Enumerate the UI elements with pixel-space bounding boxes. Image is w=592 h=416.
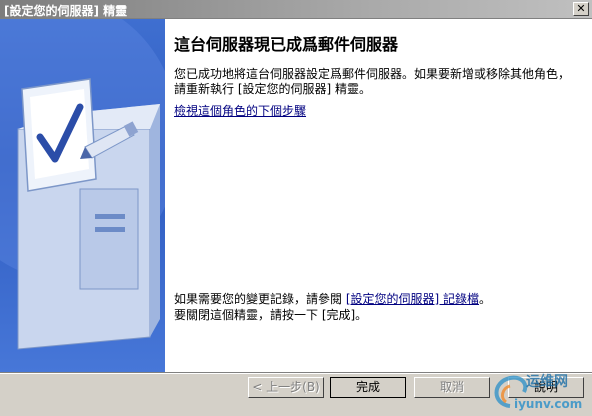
title-bar: [設定您的伺服器] 精靈 ✕: [0, 0, 592, 19]
close-button[interactable]: ✕: [573, 2, 589, 16]
finish-button[interactable]: 完成: [330, 377, 406, 398]
log-suffix-text: 。: [479, 292, 492, 306]
window-title: [設定您的伺服器] 精靈: [4, 4, 128, 18]
cancel-button[interactable]: 取消: [414, 377, 490, 398]
finish-instruction: 要關閉這個精靈，請按一下 [完成]。: [174, 308, 368, 322]
next-steps-link[interactable]: 檢視這個角色的下個步驟: [174, 102, 306, 119]
description-text: 您已成功地將這台伺服器設定爲郵件伺服器。如果要新增或移除其他角色，請重新執行 […: [174, 67, 571, 96]
close-icon: ✕: [576, 2, 586, 15]
watermark-swirl-icon: 运维网 iyunv.com: [494, 373, 582, 411]
back-button[interactable]: < 上一步(B): [248, 377, 324, 398]
log-reference: 如果需要您的變更記錄，請參閱 [設定您的伺服器] 記錄檔。: [174, 290, 491, 307]
log-prefix-text: 如果需要您的變更記錄，請參閱: [174, 292, 346, 306]
server-checkmark-illustration: [0, 19, 165, 350]
watermark-logo: 运维网 iyunv.com: [488, 368, 592, 413]
page-title: 這台伺服器現已成爲郵件伺服器: [174, 35, 399, 54]
log-file-link[interactable]: [設定您的伺服器] 記錄檔: [346, 292, 479, 306]
wizard-illustration: [0, 19, 165, 372]
watermark-url: iyunv.com: [514, 397, 582, 411]
wizard-content: 這台伺服器現已成爲郵件伺服器 您已成功地將這台伺服器設定爲郵件伺服器。如果要新增…: [0, 19, 592, 372]
watermark-cn: 运维网: [526, 373, 568, 390]
